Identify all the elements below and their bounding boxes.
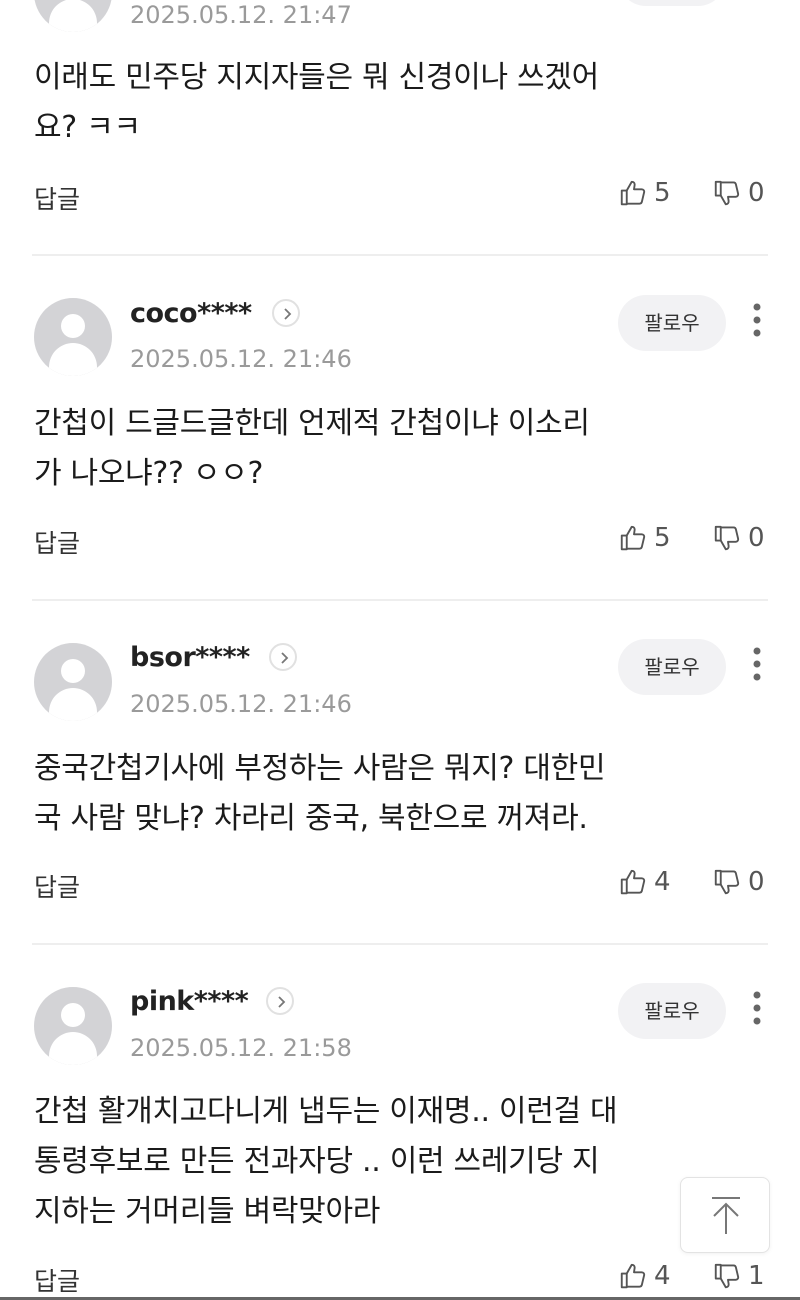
thumbs-up-icon [620, 180, 646, 206]
profile-link[interactable] [269, 643, 297, 671]
like-button[interactable]: 4 [618, 1259, 671, 1293]
comment-text: 중국간첩기사에 부정하는 사람은 뭐지? 대한민 국 사람 맞냐? 차라리 중국… [34, 751, 606, 836]
like-button[interactable]: 5 [618, 176, 671, 210]
reply-button[interactable]: 답글 [34, 180, 80, 216]
comment-timestamp: 2025.05.12. 21:46 [130, 345, 352, 373]
avatar[interactable] [34, 987, 112, 1065]
dislike-count: 0 [748, 178, 765, 208]
profile-link[interactable] [272, 299, 300, 327]
dislike-button[interactable]: 0 [712, 865, 765, 899]
comment-text: 간첩이 드글드글한데 언제적 간첩이냐 이소리 가 나오냐?? ㅇㅇ? [34, 406, 590, 491]
comment-text: 이래도 민주당 지지자들은 뭐 신경이나 쓰겠어 요? ㅋㅋ [34, 60, 599, 145]
dislike-button[interactable]: 1 [712, 1259, 765, 1293]
follow-button[interactable]: 팔로우 [618, 295, 726, 351]
thumbs-up-icon [620, 1263, 646, 1289]
dislike-count: 0 [748, 523, 765, 553]
follow-button[interactable]: 팔로우 [618, 639, 726, 695]
reply-button[interactable]: 답글 [34, 868, 80, 904]
reply-button[interactable]: 답글 [34, 1262, 80, 1298]
more-vertical-icon [753, 991, 761, 1025]
thumbs-down-icon [714, 869, 740, 895]
dislike-count: 1 [748, 1261, 765, 1291]
thumbs-down-icon [714, 525, 740, 551]
like-count: 5 [654, 523, 671, 553]
comment-username[interactable]: pink**** [130, 986, 249, 1017]
comment-timestamp: 2025.05.12. 21:58 [130, 1034, 352, 1062]
comment-text: 간첩 활개치고다니게 냅두는 이재명.. 이런걸 대 통령후보로 만든 전과자당… [34, 1094, 618, 1229]
arrow-up-icon [712, 1197, 740, 1234]
scroll-top-button[interactable] [680, 1177, 770, 1253]
more-vertical-icon [753, 647, 761, 681]
divider [32, 254, 768, 256]
divider [32, 943, 768, 945]
avatar[interactable] [34, 643, 112, 721]
follow-button[interactable]: 팔로우 [618, 983, 726, 1039]
thumbs-up-icon [620, 525, 646, 551]
comment-username[interactable]: coco**** [130, 298, 252, 329]
comment-timestamp: 2025.05.12. 21:46 [130, 690, 352, 718]
like-button[interactable]: 4 [618, 865, 671, 899]
comment-username[interactable]: bsor**** [130, 642, 250, 673]
chevron-right-icon [284, 308, 292, 320]
like-count: 5 [654, 178, 671, 208]
comment-timestamp: 2025.05.12. 21:47 [130, 1, 352, 29]
like-count: 4 [654, 867, 671, 897]
like-count: 4 [654, 1261, 671, 1291]
dislike-button[interactable]: 0 [712, 176, 765, 210]
more-vertical-icon [753, 303, 761, 337]
chevron-right-icon [278, 996, 286, 1008]
thumbs-up-icon [620, 869, 646, 895]
avatar[interactable] [34, 298, 112, 376]
thumbs-down-icon [714, 180, 740, 206]
chevron-right-icon [281, 652, 289, 664]
dislike-count: 0 [748, 867, 765, 897]
like-button[interactable]: 5 [618, 521, 671, 555]
more-menu-button[interactable] [751, 991, 763, 1031]
thumbs-down-icon [714, 1263, 740, 1289]
avatar[interactable] [34, 0, 112, 32]
profile-link[interactable] [266, 987, 294, 1015]
follow-button[interactable] [618, 0, 726, 6]
divider [32, 599, 768, 601]
more-menu-button[interactable] [751, 303, 763, 343]
more-menu-button[interactable] [751, 647, 763, 687]
dislike-button[interactable]: 0 [712, 521, 765, 555]
reply-button[interactable]: 답글 [34, 524, 80, 560]
